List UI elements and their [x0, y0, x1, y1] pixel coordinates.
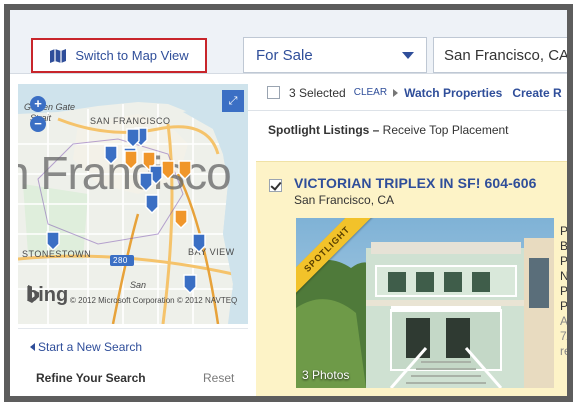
blue-map-pin-icon[interactable] [46, 231, 60, 251]
orange-map-pin-icon[interactable] [178, 160, 192, 180]
blue-map-pin-icon[interactable] [126, 128, 140, 148]
photo-count: 3 Photos [302, 368, 350, 382]
create-alert-link[interactable]: Create R [512, 86, 561, 100]
detail-line: Pr [560, 224, 572, 238]
chevron-left-icon [30, 343, 35, 351]
chevron-down-icon [402, 51, 414, 59]
listing-city: San Francisco, CA [294, 193, 395, 207]
select-all-checkbox[interactable] [267, 86, 280, 99]
detail-line: 7/2 [560, 329, 571, 343]
property-type-value: For Sale [256, 46, 313, 64]
detail-line: Pr [560, 299, 572, 313]
map-label-san-francisco: SAN FRANCISCO [90, 116, 171, 126]
detail-line: rer [560, 344, 571, 358]
blue-map-pin-icon[interactable] [183, 274, 197, 294]
bing-logo: bing [26, 284, 68, 307]
property-type-select[interactable]: For Sale [243, 37, 427, 73]
selected-count: 3 Selected [289, 85, 346, 100]
listing-photo[interactable]: SPOTLIGHT 3 Photos [296, 218, 554, 388]
start-new-search-link[interactable]: Start a New Search [30, 340, 142, 354]
spotlight-heading-rest: Receive Top Placement [379, 123, 509, 137]
map-copyright: © 2012 Microsoft Corporation © 2012 NAVT… [70, 296, 238, 305]
zoom-out-icon[interactable]: − [30, 116, 46, 132]
map-icon [50, 48, 67, 63]
spotlight-listings-heading: Spotlight Listings – Receive Top Placeme… [268, 123, 509, 137]
orange-map-pin-icon[interactable] [161, 160, 175, 180]
map-label-san: San [130, 280, 147, 290]
orange-map-pin-icon[interactable] [174, 209, 188, 229]
zoom-controls: + − [30, 96, 46, 132]
location-search-input[interactable]: San Francisco, CA [433, 37, 567, 73]
detail-line: Pr [560, 254, 572, 268]
reset-link[interactable]: Reset [203, 371, 234, 385]
map-panel[interactable]: n Francisco Golden Gate Strait SAN FRANC… [18, 84, 248, 324]
search-header: Switch to Map View For Sale San Francisc… [10, 10, 567, 74]
listing-details-truncated: Pr Bu Pr No Pr Pr AL 7/2 rer [560, 224, 572, 359]
detail-line: Pr [560, 284, 572, 298]
spotlight-heading-bold: Spotlight Listings – [268, 123, 380, 137]
detail-line: Bu [560, 239, 569, 253]
chevron-right-icon [393, 88, 399, 97]
results-panel: 3 Selected CLEAR Watch Properties Create… [248, 75, 567, 396]
expand-map-icon[interactable]: ⤢ [222, 90, 244, 112]
blue-map-pin-icon[interactable] [139, 172, 153, 192]
results-toolbar: 3 Selected CLEAR Watch Properties Create… [248, 75, 567, 111]
detail-line: AL [560, 314, 569, 328]
app-frame: Switch to Map View For Sale San Francisc… [4, 4, 573, 402]
spotlight-listing-card: VICTORIAN TRIPLEX IN SF! 604-606 San Fra… [256, 161, 567, 396]
blue-map-pin-icon[interactable] [192, 233, 206, 253]
listing-title-link[interactable]: VICTORIAN TRIPLEX IN SF! 604-606 [294, 175, 537, 191]
sidebar-divider [18, 328, 248, 329]
map-view-button-label: Switch to Map View [75, 48, 189, 63]
watch-properties-link[interactable]: Watch Properties [404, 86, 502, 100]
orange-map-pin-icon[interactable] [124, 150, 138, 170]
start-new-search-label: Start a New Search [38, 340, 143, 354]
clear-selection-button[interactable]: CLEAR [354, 87, 387, 98]
refine-search-heading: Refine Your Search [36, 371, 146, 385]
bing-b-icon [28, 285, 39, 303]
detail-line: No [560, 269, 569, 283]
listing-checkbox[interactable] [269, 179, 282, 192]
switch-to-map-view-button[interactable]: Switch to Map View [31, 38, 207, 73]
blue-map-pin-icon[interactable] [145, 194, 159, 214]
highway-shield-label: 280 [113, 256, 128, 265]
zoom-in-icon[interactable]: + [30, 96, 46, 112]
blue-map-pin-icon[interactable] [104, 145, 118, 165]
